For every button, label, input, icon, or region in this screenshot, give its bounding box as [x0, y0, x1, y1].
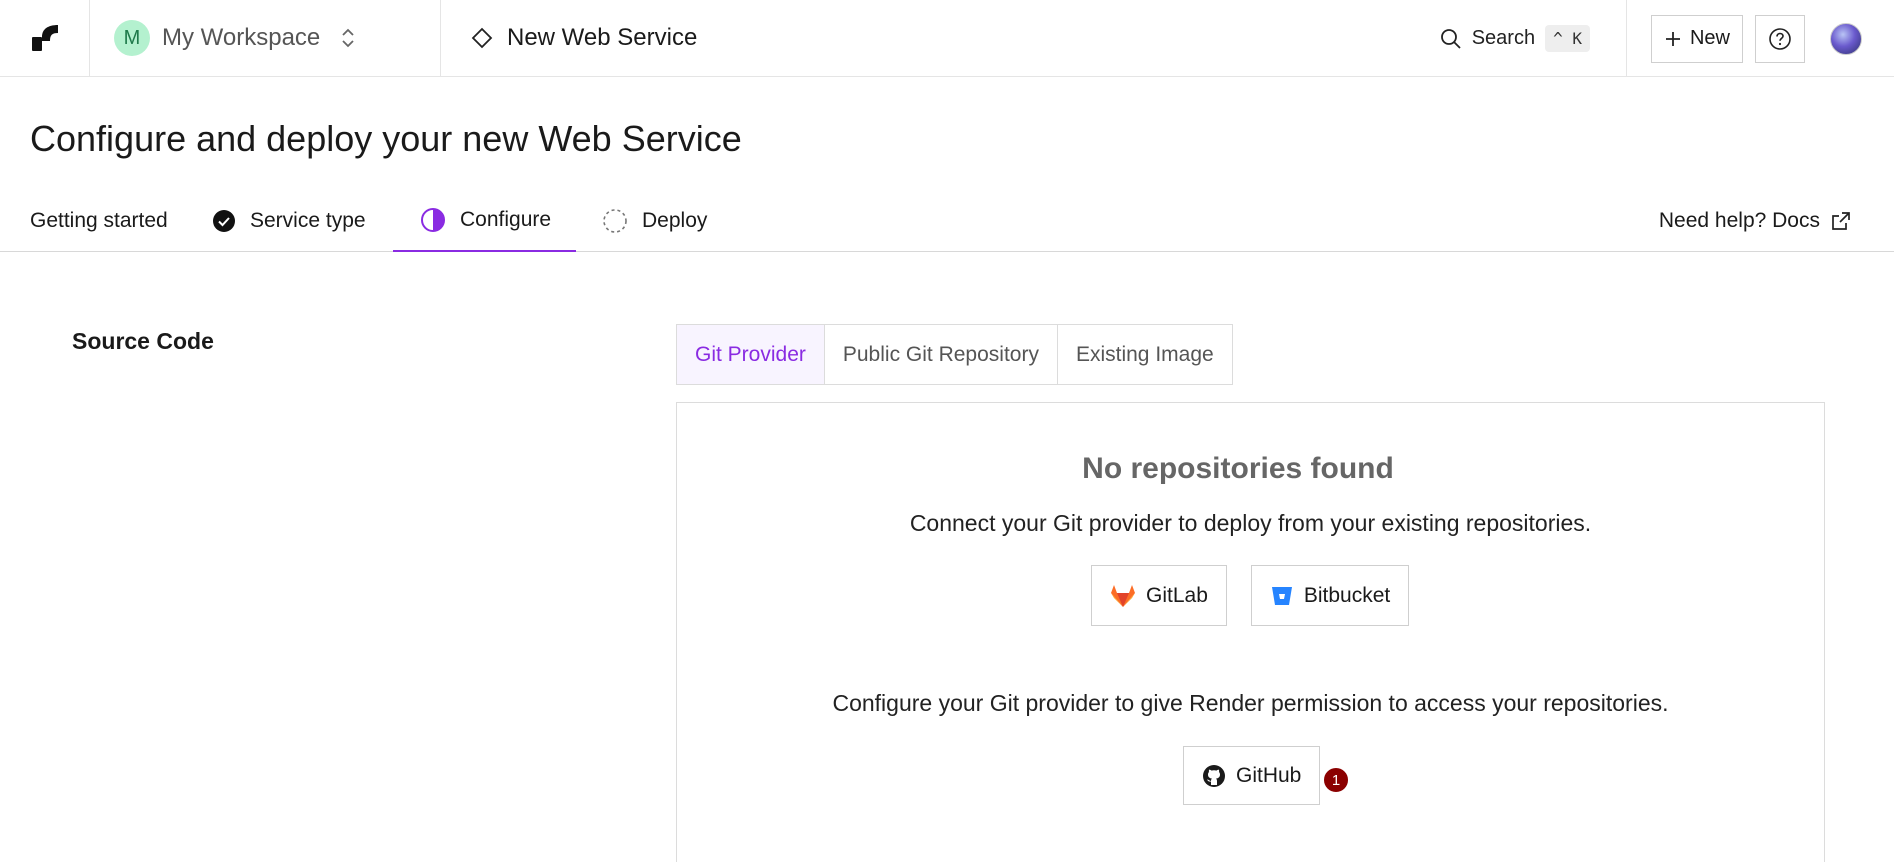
- empty-state-subtitle: Connect your Git provider to deploy from…: [909, 510, 1592, 536]
- workspace-avatar: M: [114, 20, 150, 56]
- step-getting-started[interactable]: Getting started: [30, 190, 168, 252]
- workspace-name: My Workspace: [162, 24, 321, 51]
- bitbucket-icon: [1271, 586, 1292, 605]
- check-circle-icon: [213, 210, 235, 232]
- provider-buttons: GitLab Bitbucket: [1091, 565, 1410, 626]
- half-progress-icon: [421, 208, 445, 232]
- new-button-label: New: [1689, 27, 1730, 49]
- topbar-actions: Search ^ K New: [1440, 0, 1894, 77]
- external-link-icon: [1832, 212, 1850, 230]
- tab-git-provider[interactable]: Git Provider: [677, 325, 825, 384]
- step-label: Deploy: [642, 209, 708, 232]
- user-avatar[interactable]: [1830, 22, 1862, 55]
- search-label: Search: [1471, 27, 1536, 49]
- steps-bar: Getting started Service type Configure D…: [0, 190, 1894, 252]
- step-label: Configure: [460, 208, 552, 231]
- step-deploy[interactable]: Deploy: [602, 190, 707, 252]
- step-label: Getting started: [30, 209, 168, 232]
- empty-state-title: No repositories found: [1082, 452, 1394, 485]
- step-badge: 1: [1322, 766, 1350, 794]
- search-shortcut: ^ K: [1545, 25, 1590, 52]
- help-circle-icon: [1769, 27, 1791, 50]
- render-logo-icon: [31, 25, 58, 51]
- new-button[interactable]: New: [1650, 14, 1743, 63]
- search-button[interactable]: Search ^ K: [1440, 25, 1626, 52]
- section-label-source-code: Source Code: [72, 328, 214, 354]
- step-configure[interactable]: Configure: [393, 190, 577, 252]
- source-tabs: Git Provider Public Git Repository Exist…: [676, 324, 1233, 385]
- page-breadcrumb: New Web Service: [441, 24, 697, 52]
- github-icon: [1203, 764, 1225, 787]
- workspace-switcher[interactable]: M My Workspace: [90, 0, 441, 77]
- tab-existing-image[interactable]: Existing Image: [1057, 325, 1232, 384]
- bitbucket-button[interactable]: Bitbucket: [1250, 565, 1410, 626]
- github-button[interactable]: GitHub: [1183, 746, 1321, 805]
- step-service-type[interactable]: Service type: [212, 190, 366, 252]
- diamond-icon: [471, 27, 493, 49]
- gitlab-button[interactable]: GitLab: [1091, 565, 1227, 626]
- configure-provider-text: Configure your Git provider to give Rend…: [832, 690, 1669, 716]
- tab-public-git-repository[interactable]: Public Git Repository: [824, 325, 1058, 384]
- page-title: Configure and deploy your new Web Servic…: [30, 118, 742, 159]
- step-label: Service type: [250, 209, 366, 232]
- docs-link[interactable]: Need help? Docs: [1659, 190, 1852, 252]
- pending-circle-icon: [603, 209, 627, 233]
- divider: [1625, 0, 1627, 77]
- gitlab-label: GitLab: [1146, 583, 1208, 607]
- render-logo[interactable]: [0, 0, 90, 77]
- bitbucket-label: Bitbucket: [1303, 583, 1391, 607]
- top-navbar: M My Workspace New Web Service Search ^ …: [0, 0, 1894, 77]
- page-crumb-label: New Web Service: [507, 24, 698, 51]
- gitlab-icon: [1111, 584, 1135, 607]
- github-label: GitHub: [1236, 763, 1302, 787]
- help-button[interactable]: [1755, 14, 1805, 63]
- search-icon: [1440, 28, 1461, 49]
- chevron-up-down-icon: [342, 28, 354, 48]
- plus-icon: [1665, 31, 1680, 46]
- docs-link-label: Need help? Docs: [1658, 209, 1820, 232]
